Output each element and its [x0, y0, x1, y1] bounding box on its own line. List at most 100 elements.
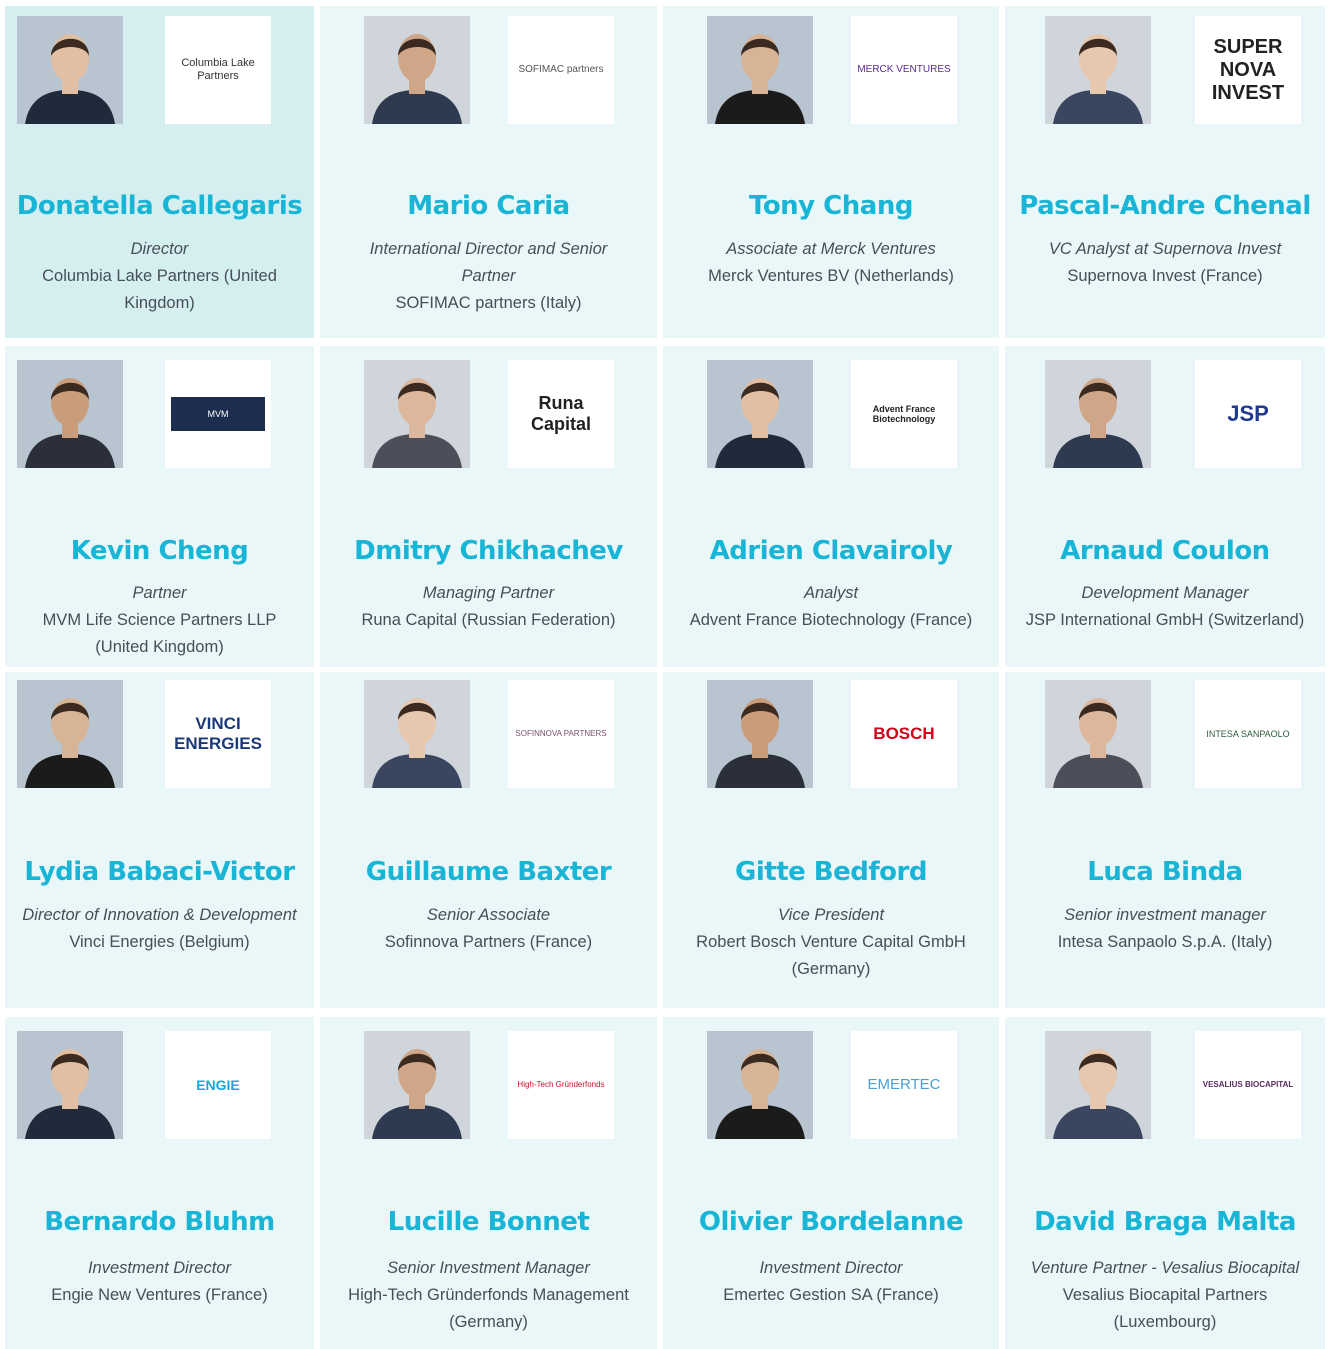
person-name[interactable]: Arnaud Coulon [1005, 536, 1325, 566]
company-logo: VINCI ENERGIES [165, 680, 271, 788]
company-logo-text: Advent France Biotechnology [872, 403, 936, 424]
person-name[interactable]: Bernardo Bluhm [5, 1207, 314, 1237]
person-info: Associate at Merck Ventures Merck Venture… [671, 236, 991, 290]
person-name[interactable]: Gitte Bedford [663, 857, 999, 887]
person-name[interactable]: Mario Caria [320, 191, 657, 221]
person-photo [707, 360, 813, 468]
person-name[interactable]: Lydia Babaci-Victor [5, 857, 314, 887]
person-company: Vesalius Biocapital Partners [1062, 1286, 1268, 1304]
company-logo: MVM [165, 360, 271, 468]
person-card[interactable]: Columbia Lake Partners Donatella Callegar… [5, 6, 314, 338]
person-card[interactable]: ENGIE Bernardo Bluhm Investment Director En… [5, 1017, 314, 1349]
person-photo [364, 680, 470, 788]
person-company: Emertec Gestion SA (France) [723, 1286, 939, 1304]
person-company: (Germany) [449, 1313, 528, 1331]
person-card[interactable]: High-Tech Gründerfonds Lucille Bonnet Seni… [320, 1017, 657, 1349]
company-logo: MERCK VENTURES [851, 16, 957, 124]
person-company: Kingdom) [124, 294, 195, 312]
person-card[interactable]: VESALIUS BIOCAPITAL David Braga Malta Vent… [1005, 1017, 1325, 1349]
person-card[interactable]: EMERTEC Olivier Bordelanne Investment Dire… [663, 1017, 999, 1349]
person-role: Associate at Merck Ventures [726, 240, 936, 258]
person-info: Development Manager JSP International Gmb… [1013, 580, 1317, 634]
person-photo [364, 1031, 470, 1139]
person-name[interactable]: Kevin Cheng [5, 536, 314, 566]
person-photo [707, 16, 813, 124]
company-logo-text: Columbia Lake Partners [181, 57, 255, 82]
company-logo-text: JSP [1227, 401, 1269, 427]
person-card[interactable]: Advent France Biotechnology Adrien Clavai… [663, 346, 999, 667]
person-card[interactable]: INTESA SANPAOLO Luca Binda Senior investme… [1005, 672, 1325, 1008]
person-info: International Director and Senior Partner… [328, 236, 649, 317]
company-logo-text: MVM [171, 396, 265, 432]
person-role: Vice President [777, 906, 885, 924]
person-role: VC Analyst at Supernova Invest [1048, 240, 1282, 258]
person-card[interactable]: SOFIMAC partners Mario Caria International… [320, 6, 657, 338]
person-info: Director Columbia Lake Partners (United Ki… [13, 236, 306, 317]
person-company: Intesa Sanpaolo S.p.A. (Italy) [1057, 933, 1273, 951]
company-logo: JSP [1195, 360, 1301, 468]
company-logo-text: SOFIMAC partners [518, 64, 604, 76]
person-role: Director [130, 240, 189, 258]
company-logo: ENGIE [165, 1031, 271, 1139]
person-company: Sofinnova Partners (France) [384, 933, 593, 951]
person-company: Vinci Energies (Belgium) [69, 933, 250, 951]
person-name[interactable]: Donatella Callegaris [5, 191, 314, 221]
company-logo-text: MERCK VENTURES [857, 64, 951, 76]
person-company: MVM Life Science Partners LLP [42, 611, 277, 629]
person-company: Engie New Ventures (France) [51, 1286, 268, 1304]
person-name[interactable]: Lucille Bonnet [320, 1207, 657, 1237]
person-card[interactable]: MERCK VENTURES Tony Chang Associate at Mer… [663, 6, 999, 338]
person-name[interactable]: Olivier Bordelanne [663, 1207, 999, 1237]
person-info: Investment Director Engie New Ventures (F… [13, 1255, 306, 1309]
person-name[interactable]: Pascal-Andre Chenal [1005, 191, 1325, 221]
company-logo-text: EMERTEC [867, 1076, 941, 1094]
person-card[interactable]: Runa Capital Dmitry Chikhachev Managing Pa… [320, 346, 657, 667]
person-card[interactable]: VINCI ENERGIES Lydia Babaci-Victor Directo… [5, 672, 314, 1008]
person-photo [707, 1031, 813, 1139]
person-info: Senior investment manager Intesa Sanpaolo… [1013, 902, 1317, 956]
person-info: Venture Partner - Vesalius Biocapital Ves… [1013, 1255, 1317, 1336]
person-name[interactable]: Dmitry Chikhachev [320, 536, 657, 566]
person-company: High-Tech Gründerfonds Management [348, 1286, 629, 1304]
person-card[interactable]: MVM Kevin Cheng Partner MVM Life Science Pa… [5, 346, 314, 667]
company-logo-text: ENGIE [196, 1076, 240, 1093]
person-role: Investment Director [87, 1259, 232, 1277]
person-name[interactable]: David Braga Malta [1005, 1207, 1325, 1237]
person-card[interactable]: SOFINNOVA PARTNERS Guillaume Baxter Senior… [320, 672, 657, 1008]
person-photo [17, 680, 123, 788]
person-photo [17, 16, 123, 124]
company-logo-text: Runa Capital [530, 393, 591, 434]
person-card[interactable]: JSP Arnaud Coulon Development Manager JSP I… [1005, 346, 1325, 667]
person-name[interactable]: Guillaume Baxter [320, 857, 657, 887]
person-photo [364, 16, 470, 124]
person-role: Senior Associate [426, 906, 551, 924]
person-company: (Luxembourg) [1113, 1313, 1217, 1331]
person-role: Partner [132, 584, 187, 602]
company-logo: INTESA SANPAOLO [1195, 680, 1301, 788]
person-role: Senior Investment Manager [387, 1259, 590, 1277]
company-logo-text: INTESA SANPAOLO [1206, 728, 1290, 739]
person-name[interactable]: Adrien Clavairoly [663, 536, 999, 566]
person-company: JSP International GmbH (Switzerland) [1025, 611, 1305, 629]
company-logo-text: BOSCH [873, 724, 935, 744]
person-company: Supernova Invest (France) [1067, 267, 1263, 285]
person-card[interactable]: SUPER NOVA INVEST Pascal-Andre Chenal VC A… [1005, 6, 1325, 338]
person-company: SOFIMAC partners (Italy) [395, 294, 582, 312]
person-photo [1045, 680, 1151, 788]
company-logo: Runa Capital [508, 360, 614, 468]
person-role: Senior investment manager [1064, 906, 1266, 924]
person-company: (Germany) [791, 960, 871, 978]
person-name[interactable]: Tony Chang [663, 191, 999, 221]
company-logo: Columbia Lake Partners [165, 16, 271, 124]
person-info: Vice President Robert Bosch Venture Capit… [671, 902, 991, 983]
person-role: Investment Director [759, 1259, 903, 1277]
person-name[interactable]: Luca Binda [1005, 857, 1325, 887]
person-info: Investment Director Emertec Gestion SA (F… [671, 1255, 991, 1309]
person-photo [364, 360, 470, 468]
company-logo-text: High-Tech Gründerfonds [517, 1080, 605, 1090]
company-logo-text: VESALIUS BIOCAPITAL [1202, 1080, 1294, 1090]
person-company: Robert Bosch Venture Capital GmbH [696, 933, 966, 951]
person-company: Merck Ventures BV (Netherlands) [708, 267, 954, 285]
person-company: Runa Capital (Russian Federation) [361, 611, 616, 629]
person-card[interactable]: BOSCH Gitte Bedford Vice President Robert B… [663, 672, 999, 1008]
